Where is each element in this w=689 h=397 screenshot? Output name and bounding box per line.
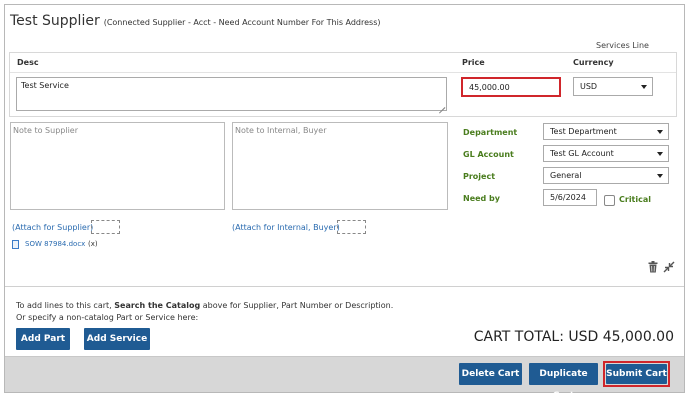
supplier-name: Test Supplier (10, 13, 100, 29)
currency-column-header: Currency (573, 58, 614, 67)
project-label: Project (463, 172, 496, 181)
need-by-date-input[interactable]: 5/6/2024 (543, 189, 597, 206)
submit-cart-button[interactable]: Submit Cart (606, 364, 667, 384)
resize-grip-icon[interactable] (438, 102, 445, 109)
note-to-internal-textarea[interactable]: Note to Internal, Buyer (232, 122, 448, 210)
project-select[interactable]: General (543, 167, 669, 184)
hint-line-2: Or specify a non-catalog Part or Service… (16, 313, 199, 322)
department-label: Department (463, 128, 518, 137)
price-input[interactable]: 45,000.00 (461, 77, 561, 97)
critical-checkbox[interactable] (604, 195, 615, 206)
note-to-supplier-placeholder: Note to Supplier (13, 126, 79, 135)
critical-label: Critical (619, 195, 652, 204)
remove-file-button[interactable]: (x) (88, 240, 98, 248)
hint-prefix: To add lines to this cart, (16, 301, 115, 310)
need-by-label: Need by (463, 194, 500, 203)
supplier-drop-zone[interactable] (91, 220, 120, 234)
add-service-button[interactable]: Add Service (84, 328, 150, 350)
add-lines-hint: To add lines to this cart, Search the Ca… (16, 300, 393, 324)
dropdown-caret-icon (641, 85, 647, 89)
desc-column-header: Desc (17, 58, 39, 67)
line-header-row: Desc Price Currency (10, 53, 676, 73)
project-value: General (550, 171, 582, 180)
dropdown-caret-icon (657, 130, 663, 134)
attached-file-link[interactable]: SOW 87984.docx (25, 240, 85, 248)
department-value: Test Department (550, 127, 617, 136)
supplier-title: Test Supplier (Connected Supplier - Acct … (10, 13, 381, 29)
dropdown-caret-icon (657, 174, 663, 178)
gl-account-label: GL Account (463, 150, 514, 159)
dropdown-caret-icon (657, 152, 663, 156)
attach-for-internal-link[interactable]: (Attach for Internal, Buyer) (232, 223, 340, 232)
internal-drop-zone[interactable] (337, 220, 366, 234)
delete-cart-button[interactable]: Delete Cart (459, 363, 522, 385)
currency-select[interactable]: USD (573, 77, 653, 96)
add-part-button[interactable]: Add Part (16, 328, 70, 350)
hint-search-catalog: Search the Catalog (114, 301, 201, 310)
hint-suffix: above for Supplier, Part Number or Descr… (200, 301, 394, 310)
note-to-internal-placeholder: Note to Internal, Buyer (235, 126, 327, 135)
file-icon (12, 240, 19, 249)
section-divider (5, 286, 684, 287)
collapse-icon[interactable] (663, 261, 675, 273)
services-line-label: Services Line (596, 41, 649, 50)
attach-for-supplier-link[interactable]: (Attach for Supplier) (12, 223, 93, 232)
cart-total: CART TOTAL: USD 45,000.00 (473, 329, 674, 345)
gl-account-select[interactable]: Test GL Account (543, 145, 669, 162)
duplicate-cart-button[interactable]: Duplicate Cart (529, 363, 598, 397)
price-column-header: Price (462, 58, 485, 67)
gl-account-value: Test GL Account (550, 149, 614, 158)
description-textarea[interactable]: Test Service (16, 77, 447, 111)
description-value: Test Service (21, 81, 69, 90)
need-by-value: 5/6/2024 (550, 193, 586, 202)
note-to-supplier-textarea[interactable]: Note to Supplier (10, 122, 225, 210)
currency-value: USD (580, 82, 598, 91)
supplier-note: (Connected Supplier - Acct - Need Accoun… (103, 18, 381, 27)
trash-icon[interactable] (648, 261, 658, 273)
department-select[interactable]: Test Department (543, 123, 669, 140)
